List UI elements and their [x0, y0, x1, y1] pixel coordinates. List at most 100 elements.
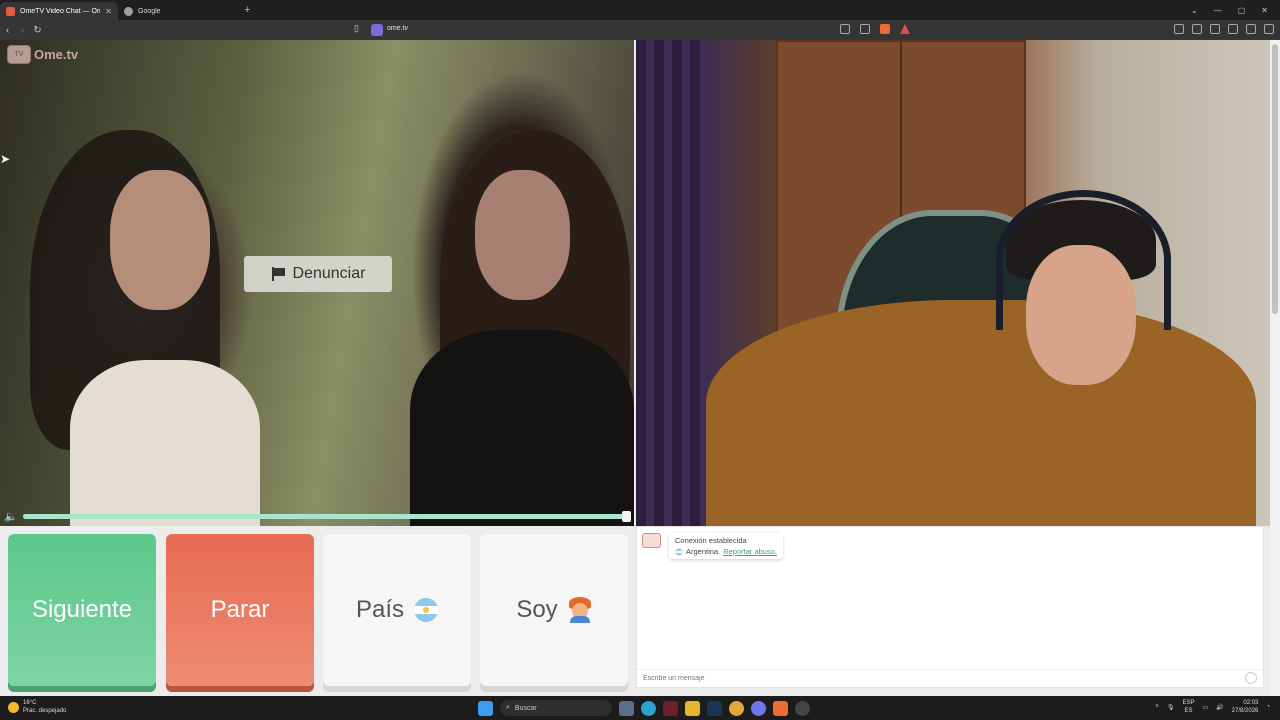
sun-icon	[8, 701, 19, 713]
speaker-icon[interactable]: 🔊	[1216, 704, 1223, 711]
windows-taskbar: 16°C Prac. despejado ⌕ Buscar ˄ 🎙 ESP ES…	[0, 696, 1280, 720]
tab-title: Google	[138, 7, 161, 15]
browser-tabstrip: OmeTV Video Chat — Omeg ✕ Google + ⌄ — ▢…	[0, 0, 1280, 20]
translate-icon[interactable]	[840, 24, 850, 34]
close-window-icon[interactable]: ✕	[1261, 6, 1268, 15]
network-icon[interactable]: ▭	[1203, 704, 1209, 711]
bookmark-icon[interactable]: ▯	[354, 23, 359, 34]
report-label: Denunciar	[292, 265, 366, 282]
ometv-logo-icon	[642, 533, 661, 548]
video-figure	[410, 330, 634, 526]
volume-fill	[23, 514, 627, 519]
system-message: Conexión establecida Argentina. Reportar…	[669, 533, 783, 559]
connection-status: Conexión establecida	[675, 536, 747, 545]
time: 02:03	[1243, 700, 1259, 706]
ometv-logo: TV Ome.tv	[7, 45, 78, 64]
menu-icon[interactable]	[1264, 24, 1274, 34]
keyboard-layout: ES	[1184, 708, 1193, 714]
gender-button[interactable]: Soy	[480, 534, 628, 686]
volume-handle[interactable]	[622, 511, 631, 522]
next-label: Siguiente	[31, 596, 133, 623]
tab-search-icon[interactable]: ⌄	[1191, 6, 1198, 15]
windows-start-icon[interactable]	[478, 700, 493, 716]
video-figure	[706, 300, 1256, 526]
stranger-video: TV Ome.tv ➤ Denunciar 🔈	[0, 40, 634, 526]
scrollbar-thumb[interactable]	[1272, 44, 1278, 314]
vpn-icon[interactable]	[1246, 24, 1256, 34]
video-figure	[636, 40, 706, 526]
search-label: Buscar	[514, 704, 537, 712]
country-button[interactable]: País	[323, 534, 471, 686]
emoji-icon[interactable]	[1245, 672, 1257, 684]
next-button[interactable]: Siguiente	[8, 534, 156, 686]
tab-title: OmeTV Video Chat — Omeg	[20, 7, 101, 15]
minimize-icon[interactable]: —	[1214, 6, 1222, 15]
tab-google[interactable]: Google	[118, 2, 236, 20]
app-icon[interactable]	[663, 700, 678, 716]
steam-icon[interactable]	[707, 700, 722, 716]
mouse-cursor-icon: ➤	[0, 152, 11, 166]
ometv-favicon-icon	[6, 6, 15, 16]
weather-condition: Prac. despejado	[23, 708, 67, 714]
binance-icon[interactable]	[685, 700, 700, 716]
address-actions	[840, 24, 910, 34]
logo-tv-icon: TV	[7, 45, 31, 64]
report-abuse-link[interactable]: Reportar abuso.	[723, 546, 777, 557]
weather-widget[interactable]: 16°C Prac. despejado	[8, 699, 66, 715]
notifications-icon[interactable]: ◔	[1266, 704, 1270, 710]
extensions-icon[interactable]	[1174, 24, 1184, 34]
volume-icon[interactable]: 🔈	[0, 510, 22, 523]
self-video	[636, 40, 1280, 526]
brave-shield-icon[interactable]	[880, 24, 890, 34]
forward-icon[interactable]: ›	[15, 25, 30, 36]
obs-icon[interactable]	[795, 700, 810, 716]
site-info-icon[interactable]	[371, 24, 383, 36]
volume-slider[interactable]	[23, 511, 631, 522]
argentina-flag-icon	[675, 547, 683, 556]
stop-button[interactable]: Parar	[166, 534, 314, 686]
ometv-page: TV Ome.tv ➤ Denunciar 🔈 Siguiente Parar …	[0, 40, 1280, 696]
sidebar-icon[interactable]	[1192, 24, 1202, 34]
country-label: País	[355, 596, 405, 623]
gender-label: Soy	[516, 596, 558, 623]
taskbar-apps: ⌕ Buscar	[478, 700, 810, 716]
temperature: 16°C	[23, 700, 37, 706]
chevron-up-icon[interactable]: ˄	[1155, 704, 1159, 710]
taskbar-search[interactable]: ⌕ Buscar	[500, 700, 612, 716]
file-explorer-icon[interactable]	[619, 700, 634, 716]
maximize-icon[interactable]: ▢	[1238, 6, 1246, 15]
brave-icon[interactable]	[773, 700, 788, 716]
microphone-icon[interactable]: 🎙	[1167, 704, 1175, 711]
cast-icon[interactable]	[860, 24, 870, 34]
leo-icon[interactable]	[1228, 24, 1238, 34]
discord-icon[interactable]	[751, 700, 766, 716]
date: 27/8/2026	[1231, 708, 1259, 714]
back-icon[interactable]: ‹	[0, 25, 15, 36]
report-button[interactable]: Denunciar	[244, 256, 392, 292]
search-icon: ⌕	[506, 704, 510, 711]
reload-icon[interactable]: ↻	[30, 25, 45, 36]
stop-label: Parar	[210, 596, 270, 623]
stranger-country: Argentina.	[686, 547, 721, 556]
page-scrollbar[interactable]	[1270, 40, 1280, 696]
system-tray: ˄ 🎙 ESP ES ▭ 🔊 02:03 27/8/2026 ◔	[1155, 699, 1270, 715]
video-figure	[996, 190, 1171, 330]
language-code: ESP	[1182, 700, 1195, 706]
tab-close-icon[interactable]: ✕	[105, 7, 112, 16]
chat-panel: Conexión establecida Argentina. Reportar…	[636, 526, 1264, 688]
rewards-icon[interactable]	[900, 24, 910, 34]
boy-avatar-icon	[568, 597, 592, 623]
controls-panel: Siguiente Parar País Soy	[0, 526, 634, 696]
chrome-icon[interactable]	[729, 700, 744, 716]
edge-icon[interactable]	[641, 700, 656, 716]
browser-toolbar: ‹ › ↻ ▯ ome.tv	[0, 20, 1280, 40]
wallet-icon[interactable]	[1210, 24, 1220, 34]
clock[interactable]: 02:03 27/8/2026	[1232, 699, 1259, 715]
argentina-flag-icon	[414, 598, 439, 622]
new-tab-icon[interactable]: +	[244, 4, 250, 16]
language-indicator[interactable]: ESP ES	[1183, 699, 1195, 715]
tab-ometv[interactable]: OmeTV Video Chat — Omeg ✕	[0, 2, 118, 20]
message-input[interactable]	[637, 669, 1263, 687]
toolbar-extensions	[1174, 24, 1274, 34]
address-bar[interactable]: ome.tv	[387, 25, 408, 32]
